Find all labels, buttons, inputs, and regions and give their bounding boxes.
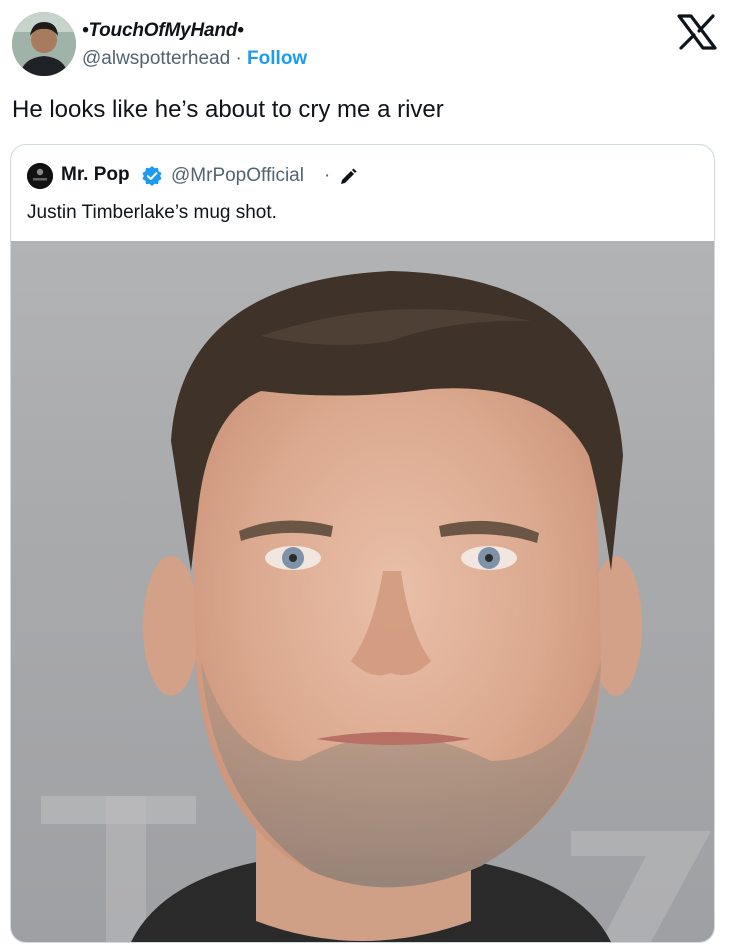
quoted-author-name[interactable]: Mr. Pop: [61, 164, 130, 186]
x-logo-icon[interactable]: [677, 14, 717, 50]
tweet-header: •TouchOfMyHand• @alwspotterhead · Follow: [0, 0, 732, 90]
author-handle[interactable]: @alwspotterhead: [82, 48, 230, 69]
author-display-name[interactable]: •TouchOfMyHand•: [82, 20, 244, 42]
quoted-tweet-card[interactable]: Mr. Pop @MrPopOfficial · Justin Timberla…: [10, 144, 715, 943]
verified-badge-icon: [142, 166, 162, 186]
quoted-author-handle[interactable]: @MrPopOfficial: [171, 165, 304, 187]
separator-dot: ·: [324, 165, 331, 186]
tweet-text: He looks like he’s about to cry me a riv…: [12, 96, 444, 123]
quoted-tweet-text: Justin Timberlake’s mug shot.: [27, 202, 277, 223]
mugshot-photo[interactable]: [11, 241, 714, 942]
author-avatar[interactable]: [12, 12, 76, 76]
author-handle-row: @alwspotterhead · Follow: [82, 48, 307, 70]
separator-dot: ·: [235, 48, 242, 69]
pencil-icon[interactable]: [338, 167, 358, 187]
quoted-author-avatar[interactable]: [27, 163, 53, 189]
follow-button[interactable]: Follow: [247, 48, 307, 69]
